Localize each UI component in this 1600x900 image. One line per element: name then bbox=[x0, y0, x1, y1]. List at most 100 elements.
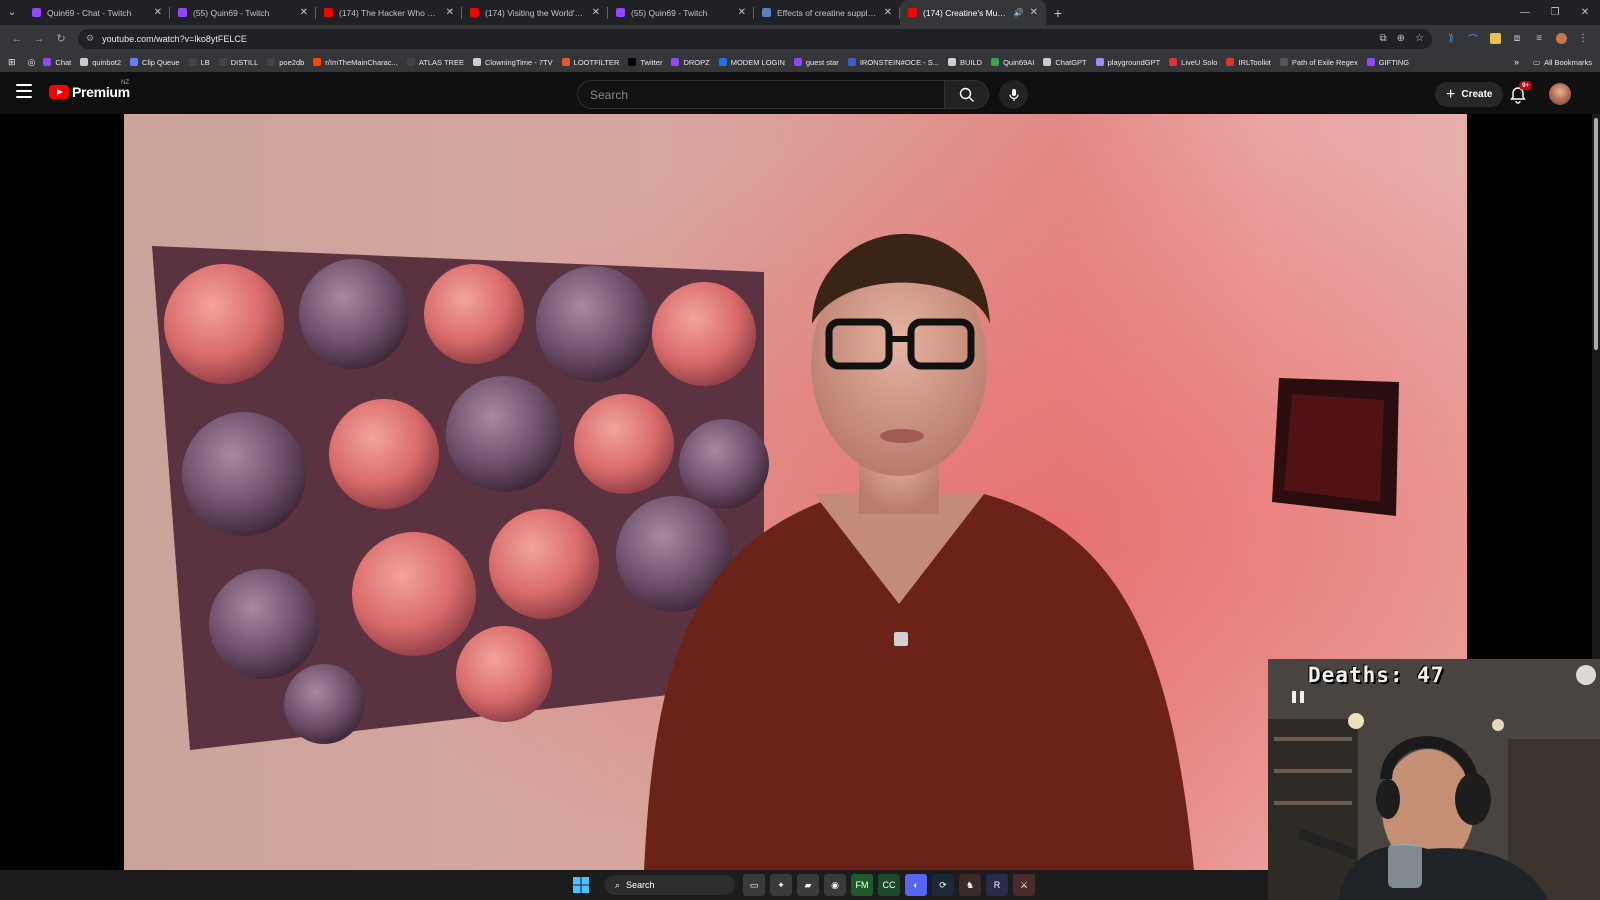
search-field[interactable] bbox=[577, 80, 945, 109]
extensions-puzzle-icon[interactable]: ⧈ bbox=[1506, 28, 1528, 50]
media-controls-icon[interactable]: ≡ bbox=[1528, 28, 1550, 50]
tab-title: Quin69 - Chat - Twitch bbox=[47, 7, 132, 18]
app-r-icon[interactable]: R bbox=[986, 874, 1008, 896]
bookmark-label: Chat bbox=[55, 57, 72, 67]
bookmark-item[interactable]: r/ImTheMainCharac... bbox=[313, 58, 398, 67]
bookmark-item[interactable]: IRONSTEIN#OCE - S... bbox=[847, 58, 939, 67]
all-bookmarks-label[interactable]: All Bookmarks bbox=[1544, 58, 1592, 67]
new-tab-button[interactable]: + bbox=[1046, 0, 1070, 25]
more-bookmarks-icon[interactable]: » bbox=[1514, 57, 1519, 67]
bookmark-item[interactable]: IRLToolkit bbox=[1226, 58, 1271, 67]
bookmark-item[interactable]: DISTILL bbox=[218, 58, 258, 67]
tab-close-icon[interactable]: ✕ bbox=[300, 7, 308, 18]
search-button[interactable] bbox=[944, 80, 989, 109]
tab-close-icon[interactable]: ✕ bbox=[446, 7, 454, 18]
bookmark-item[interactable]: poe2db bbox=[267, 58, 304, 67]
back-icon[interactable]: ← bbox=[6, 28, 28, 50]
browser-tab[interactable]: (55) Quin69 - Twitch ✕ bbox=[608, 0, 754, 25]
page-scrollbar-thumb[interactable] bbox=[1594, 118, 1598, 350]
app-cc-icon[interactable]: CC bbox=[878, 874, 900, 896]
bookmark-item[interactable]: ClowningTime - 7TV bbox=[472, 58, 553, 67]
reload-icon[interactable]: ↻ bbox=[50, 28, 72, 50]
tab-audio-icon[interactable]: 🔊 bbox=[1014, 8, 1024, 17]
bookmark-item[interactable]: Chat bbox=[43, 58, 71, 67]
forward-icon[interactable]: → bbox=[28, 28, 50, 50]
bookmark-item[interactable]: ATLAS TREE bbox=[406, 57, 464, 67]
chrome-icon[interactable]: ◉ bbox=[824, 874, 846, 896]
extension-1-icon[interactable]: ⟫ bbox=[1440, 28, 1462, 50]
task-view-icon[interactable]: ▭ bbox=[743, 874, 765, 896]
tab-close-icon[interactable]: ✕ bbox=[1030, 7, 1038, 18]
app-fm-icon[interactable]: FM bbox=[851, 874, 873, 896]
bookmark-favicon-icon bbox=[1366, 58, 1375, 66]
bookmark-item[interactable]: LiveU Solo bbox=[1169, 58, 1217, 67]
bookmark-item[interactable]: Path of Exile Regex bbox=[1279, 57, 1358, 67]
search-input[interactable] bbox=[590, 87, 944, 102]
bookmark-label: r/ImTheMainCharac... bbox=[325, 57, 398, 67]
bookmark-item[interactable]: GIFTING bbox=[1366, 58, 1409, 67]
game-app-icon[interactable]: ♞ bbox=[959, 874, 981, 896]
bookmark-item[interactable]: guest star bbox=[793, 58, 839, 67]
taskbar-search[interactable]: ⌕ Search bbox=[605, 875, 735, 895]
bookmark-item[interactable]: LB bbox=[188, 57, 210, 67]
plus-icon: + bbox=[1446, 85, 1456, 103]
game-app-2-icon[interactable]: ⚔ bbox=[1013, 874, 1035, 896]
steam-icon[interactable]: ⟳ bbox=[932, 874, 954, 896]
bookmark-item[interactable]: quinbot2 bbox=[80, 58, 121, 67]
browser-tab[interactable]: (55) Quin69 - Twitch ✕ bbox=[170, 0, 316, 25]
tab-close-icon[interactable]: ✕ bbox=[884, 7, 892, 18]
browser-tab[interactable]: (174) Creatine's Multiple Be 🔊 ✕ bbox=[900, 0, 1046, 25]
bookmark-item[interactable]: DROPZ bbox=[671, 58, 710, 67]
voice-search-button[interactable] bbox=[999, 80, 1028, 109]
site-info-icon[interactable]: ⚙ bbox=[86, 33, 94, 44]
install-icon[interactable]: ⧉ bbox=[1380, 33, 1387, 44]
bookmark-favicon-icon bbox=[948, 58, 956, 66]
extension-3-icon[interactable] bbox=[1484, 28, 1506, 50]
minimize-icon[interactable]: — bbox=[1510, 0, 1540, 25]
windows-start-icon[interactable] bbox=[570, 874, 592, 896]
bookmark-item[interactable]: Clip Queue bbox=[130, 58, 180, 67]
bookmark-favicon-icon bbox=[472, 58, 481, 66]
close-window-icon[interactable]: ✕ bbox=[1570, 0, 1600, 25]
browser-tab[interactable]: Quin69 - Chat - Twitch ✕ bbox=[24, 0, 170, 25]
guide-menu-icon[interactable] bbox=[16, 84, 32, 98]
extension-2-icon[interactable]: ⌒ bbox=[1462, 28, 1484, 50]
tab-close-icon[interactable]: ✕ bbox=[738, 7, 746, 18]
bookmark-item[interactable]: Twitter bbox=[628, 58, 662, 67]
youtube-play-icon bbox=[49, 85, 69, 99]
profile-icon[interactable] bbox=[1550, 28, 1572, 50]
browser-tab[interactable]: (174) Visiting the World's Hotte ✕ bbox=[462, 0, 608, 25]
zoom-icon[interactable]: ⊕ bbox=[1397, 33, 1405, 44]
tab-close-icon[interactable]: ✕ bbox=[592, 7, 600, 18]
browser-tab[interactable]: Effects of creatine supplementa ✕ bbox=[754, 0, 900, 25]
create-button[interactable]: + Create bbox=[1435, 82, 1504, 107]
tab-search-chevron-icon[interactable]: ⌄ bbox=[0, 0, 24, 25]
browser-menu-icon[interactable]: ⋮ bbox=[1572, 28, 1594, 50]
restore-icon[interactable]: ❐ bbox=[1540, 0, 1570, 25]
discord-icon[interactable]: ◐ bbox=[905, 874, 927, 896]
bookmark-favicon-icon bbox=[1095, 58, 1104, 66]
bookmark-item[interactable]: ChatGPT bbox=[1043, 58, 1087, 67]
video-frame[interactable] bbox=[124, 114, 1467, 870]
bookmark-label: Path of Exile Regex bbox=[1291, 57, 1358, 67]
bookmark-item[interactable]: LOOTFILTER bbox=[561, 58, 619, 67]
browser-tab[interactable]: (174) The Hacker Who Destroye ✕ bbox=[316, 0, 462, 25]
bookmark-item[interactable]: playgroundGPT bbox=[1095, 58, 1160, 67]
bookmark-item[interactable]: MODEM LOGIN bbox=[718, 58, 785, 67]
youtube-logo[interactable]: Premium NZ bbox=[49, 80, 130, 100]
apps-grid-icon[interactable]: ⊞ bbox=[8, 57, 16, 68]
bookmark-label: ATLAS TREE bbox=[418, 57, 464, 67]
address-bar[interactable]: ⚙ youtube.com/watch?v=lko8ytFELCE ⧉ ⊕ ☆ bbox=[78, 28, 1432, 49]
tab-favicon-icon bbox=[32, 8, 41, 17]
tab-favicon-icon bbox=[762, 8, 771, 17]
tab-close-icon[interactable]: ✕ bbox=[154, 7, 162, 18]
copilot-icon[interactable]: ✦ bbox=[770, 874, 792, 896]
bookmark-label: quinbot2 bbox=[92, 57, 122, 67]
bookmark-star-icon[interactable]: ☆ bbox=[1415, 33, 1424, 44]
file-explorer-icon[interactable]: ▰ bbox=[797, 874, 819, 896]
account-avatar[interactable] bbox=[1549, 83, 1571, 105]
bookmark-item[interactable]: Quin69AI bbox=[991, 58, 1034, 67]
bookmark-blank-icon[interactable]: ◎ bbox=[28, 57, 36, 68]
bookmark-label: LB bbox=[200, 57, 210, 67]
bookmark-item[interactable]: BUILD bbox=[948, 58, 982, 67]
